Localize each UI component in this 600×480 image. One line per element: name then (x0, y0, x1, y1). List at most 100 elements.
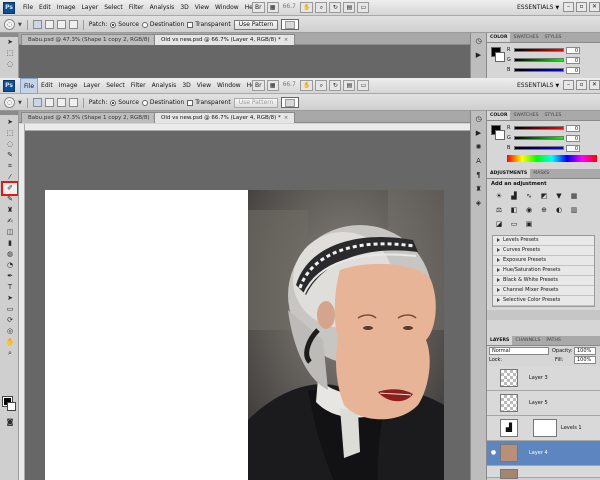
document-tab[interactable]: Babu.psd @ 47.3% (Shape 1 copy 2, RGB/8)… (21, 34, 165, 45)
tab-swatches[interactable]: SWATCHES (510, 111, 541, 120)
red-value[interactable]: 0 (566, 124, 580, 132)
guides-icon[interactable]: ▦ (266, 80, 279, 91)
chevron-down-icon[interactable]: ▼ (18, 100, 22, 106)
threshold-icon[interactable]: ◪ (493, 219, 505, 230)
lasso-tool-icon[interactable]: ◌ (3, 139, 17, 150)
menu-select[interactable]: Select (101, 0, 126, 16)
tab-layers[interactable]: LAYERS (487, 336, 513, 345)
maximize-icon[interactable]: ▫ (576, 80, 587, 90)
actions-icon[interactable]: ▶ (472, 49, 485, 61)
channel-mixer-icon[interactable]: ⊕ (538, 205, 550, 216)
blend-mode-select[interactable]: Normal (489, 347, 549, 355)
eye-icon[interactable] (490, 399, 497, 406)
color-ramp[interactable] (507, 155, 597, 162)
red-slider[interactable]: R0 (507, 124, 580, 132)
menu-analysis[interactable]: Analysis (149, 78, 180, 94)
layer-row[interactable]: Layer 3 (487, 366, 600, 391)
chevron-down-icon[interactable]: ▼ (18, 22, 22, 28)
layer-row-partial[interactable] (487, 466, 600, 479)
menu-edit[interactable]: Edit (38, 78, 56, 94)
document-canvas-blank[interactable] (45, 190, 248, 480)
photoshop-logo[interactable]: Ps (3, 2, 15, 14)
hand-tool-icon[interactable]: ✋ (299, 80, 314, 91)
background-color[interactable] (7, 402, 16, 411)
close-icon[interactable]: ✕ (589, 80, 600, 90)
new-selection-icon[interactable] (32, 20, 42, 29)
history-icon[interactable]: ◷ (472, 113, 485, 125)
minimize-icon[interactable]: – (563, 80, 574, 90)
minimize-icon[interactable]: – (563, 2, 574, 12)
document-tab-active[interactable]: Old vs new.psd @ 66.7% (Layer 4, RGB/8) … (154, 112, 296, 123)
red-track[interactable] (514, 126, 564, 130)
intersect-selection-icon[interactable] (68, 98, 78, 107)
bridge-icon[interactable]: Br (252, 80, 265, 91)
use-pattern-button[interactable]: Use Pattern (233, 97, 279, 108)
zoom-level[interactable]: 66.7 (281, 2, 298, 13)
blue-track[interactable] (514, 68, 564, 72)
preset-hue-saturation[interactable]: Hue/Saturation Presets (493, 266, 594, 276)
color-swatches[interactable] (2, 396, 17, 411)
brightness-contrast-icon[interactable]: ☀ (493, 191, 505, 202)
exposure-icon[interactable]: ◩ (538, 191, 550, 202)
marquee-tool-icon[interactable]: ⬚ (3, 48, 17, 59)
layer-name[interactable]: Layer 5 (529, 400, 548, 406)
green-value[interactable]: 0 (566, 134, 580, 142)
3d-rotate-tool-icon[interactable]: ⟳ (3, 315, 17, 326)
clone-stamp-tool-icon[interactable]: ♜ (3, 205, 17, 216)
vibrance-icon[interactable]: ▼ (553, 191, 565, 202)
intersect-selection-icon[interactable] (68, 20, 78, 29)
destination-option[interactable]: Destination (141, 99, 184, 106)
patch-tool-icon[interactable]: ◌ (4, 19, 15, 30)
layer-row[interactable]: Layer 5 (487, 391, 600, 416)
marquee-tool-icon[interactable]: ⬚ (3, 128, 17, 139)
hand-tool-icon[interactable]: ✋ (299, 2, 314, 13)
blue-value[interactable]: 0 (566, 66, 580, 74)
zoom-tool-icon[interactable]: ⌕ (3, 348, 17, 359)
menu-filter[interactable]: Filter (128, 78, 149, 94)
dodge-tool-icon[interactable]: ◔ (3, 260, 17, 271)
eyedropper-tool-icon[interactable]: ⁄ (3, 172, 17, 183)
menu-image[interactable]: Image (56, 78, 81, 94)
document-photo[interactable] (248, 190, 444, 480)
eye-icon[interactable] (490, 424, 497, 431)
menu-filter[interactable]: Filter (126, 0, 147, 16)
brush-tool-icon[interactable]: ✎ (3, 194, 17, 205)
close-tab-icon[interactable]: × (284, 37, 289, 43)
character-icon[interactable]: A (472, 155, 485, 167)
eye-icon[interactable] (490, 374, 497, 381)
menu-file[interactable]: File (20, 0, 36, 16)
layer-mask-thumbnail[interactable] (533, 419, 557, 437)
quick-mask-icon[interactable]: ◙ (3, 417, 17, 428)
tab-styles[interactable]: STYLES (542, 33, 565, 42)
bridge-icon[interactable]: Br (252, 2, 265, 13)
pattern-picker[interactable] (281, 97, 300, 108)
arrange-documents-icon[interactable]: ▤ (343, 80, 356, 91)
workspace-switcher[interactable]: ESSENTIALS ▼ (517, 4, 559, 11)
green-track[interactable] (514, 136, 564, 140)
blue-slider[interactable]: B0 (507, 66, 580, 74)
zoom-level[interactable]: 66.7 (281, 80, 298, 91)
green-track[interactable] (514, 58, 564, 62)
path-selection-tool-icon[interactable]: ➤ (3, 293, 17, 304)
preset-black-white[interactable]: Black & White Presets (493, 276, 594, 286)
blue-value[interactable]: 0 (566, 144, 580, 152)
move-tool-icon[interactable]: ➤ (3, 117, 17, 128)
history-icon[interactable]: ◷ (472, 35, 485, 47)
add-selection-icon[interactable] (44, 20, 54, 29)
blur-tool-icon[interactable]: ◍ (3, 249, 17, 260)
selective-color-icon[interactable]: ▣ (523, 219, 535, 230)
lasso-tool-icon[interactable]: ◌ (3, 59, 17, 70)
pen-tool-icon[interactable]: ✒ (3, 271, 17, 282)
zoom-tool-icon[interactable]: ⌕ (315, 2, 328, 13)
menu-file[interactable]: File (20, 78, 39, 94)
zoom-tool-icon[interactable]: ⌕ (315, 80, 328, 91)
destination-option[interactable]: Destination (141, 21, 184, 28)
posterize-icon[interactable]: ▥ (568, 205, 580, 216)
layer-name[interactable]: Levels 1 (561, 425, 582, 431)
menu-view[interactable]: View (194, 78, 214, 94)
guides-icon[interactable]: ▦ (266, 2, 279, 13)
red-slider[interactable]: R0 (507, 46, 580, 54)
tab-color[interactable]: COLOR (487, 111, 511, 120)
move-tool-icon[interactable]: ➤ (3, 37, 17, 48)
fill-input[interactable]: 100% (574, 356, 596, 364)
